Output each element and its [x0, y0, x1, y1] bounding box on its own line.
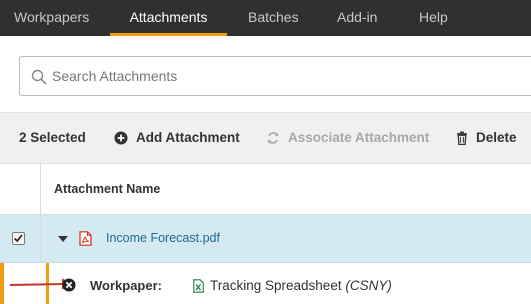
tab-workpapers[interactable]: Workpapers	[14, 0, 89, 36]
tab-batches[interactable]: Batches	[248, 0, 299, 36]
action-toolbar: 2 Selected Add Attachment Associate Atta…	[0, 112, 531, 164]
caret-down-icon[interactable]	[58, 236, 68, 242]
trash-icon	[457, 131, 467, 145]
search-box	[19, 56, 531, 96]
tab-attachments-label: Attachments	[129, 9, 208, 25]
workpaper-association-row: Workpaper: Tracking Spreadsheet (CSNY)	[0, 263, 531, 304]
delete-label: Delete	[476, 130, 517, 145]
workpaper-name: Tracking Spreadsheet	[210, 278, 342, 293]
excel-file-icon	[193, 279, 204, 293]
link-refresh-icon	[267, 132, 279, 144]
column-divider	[40, 215, 41, 262]
table-row[interactable]: Income Forecast.pdf	[0, 215, 531, 263]
search-icon	[31, 69, 47, 85]
tab-help[interactable]: Help	[419, 0, 448, 36]
plus-circle-icon	[114, 131, 128, 145]
workpaper-label: Workpaper:	[90, 278, 162, 293]
workpaper-link[interactable]: Tracking Spreadsheet (CSNY)	[210, 263, 392, 304]
checkmark-icon	[14, 234, 23, 243]
add-attachment-button[interactable]: Add Attachment	[114, 113, 242, 163]
active-tab-indicator	[110, 33, 227, 36]
attachment-file-link[interactable]: Income Forecast.pdf	[106, 215, 220, 262]
associate-attachment-label: Associate Attachment	[288, 130, 430, 145]
attachment-name-column-header[interactable]: Attachment Name	[54, 164, 160, 215]
top-navigation: Workpapers Attachments Batches Add-in He…	[0, 0, 531, 36]
pdf-file-icon	[79, 231, 92, 246]
column-divider	[40, 164, 41, 214]
workpaper-client: (CSNY)	[345, 278, 392, 293]
search-input[interactable]	[52, 57, 522, 95]
delete-button[interactable]: Delete	[456, 113, 520, 163]
tab-add-in[interactable]: Add-in	[337, 0, 377, 36]
tab-attachments[interactable]: Attachments	[110, 0, 227, 36]
row-checkbox[interactable]	[12, 232, 25, 245]
associate-attachment-button[interactable]: Associate Attachment	[266, 113, 432, 163]
grid-header: Attachment Name	[0, 164, 531, 215]
row-accent-bar	[0, 263, 4, 304]
add-attachment-label: Add Attachment	[136, 130, 240, 145]
close-circle-icon[interactable]	[62, 278, 76, 292]
selected-count: 2 Selected	[19, 130, 86, 145]
